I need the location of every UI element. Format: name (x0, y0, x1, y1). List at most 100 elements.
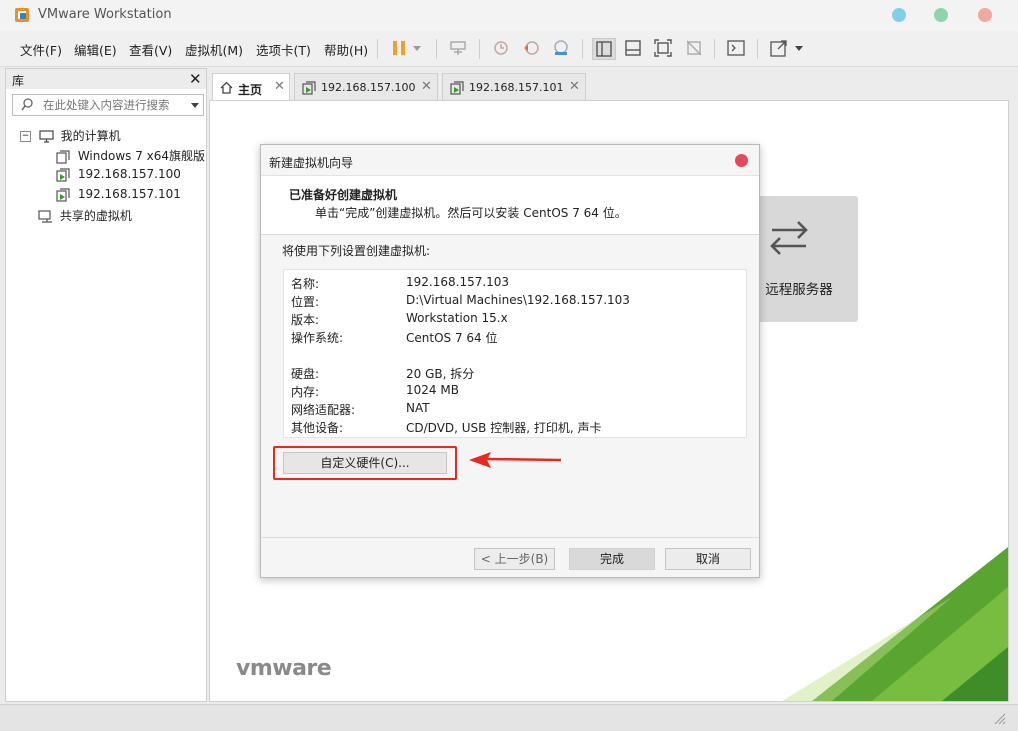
setting-label: 其他设备: (291, 421, 344, 435)
thumbnail-bar-icon[interactable] (622, 38, 644, 58)
library-header: 库 ✕ (6, 69, 206, 89)
toolbar-separator (436, 39, 437, 59)
decorative-green-stripes (782, 547, 1008, 701)
setting-value: CD/DVD, USB 控制器, 打印机, 声卡 (406, 421, 602, 435)
computer-icon (39, 130, 54, 143)
send-ctrl-alt-del-icon[interactable] (447, 38, 469, 58)
tree-label-vm: 192.168.157.100 (77, 167, 181, 181)
chevron-down-icon[interactable] (410, 38, 424, 58)
maximize-button[interactable] (934, 8, 948, 22)
tab-vm[interactable]: 192.168.157.100 ✕ (294, 73, 438, 101)
dialog-title-bar: 新建虚拟机向导 (261, 145, 759, 175)
tab-label: 主页 (238, 83, 263, 97)
window-title: VMware Workstation (38, 7, 172, 22)
setting-label: 硬盘: (291, 367, 320, 381)
setting-value: Workstation 15.x (406, 311, 508, 325)
console-icon[interactable] (725, 38, 747, 58)
toolbar-separator (479, 39, 480, 59)
menu-help[interactable]: 帮助(H) (324, 40, 368, 59)
library-panel: 库 ✕ − 我的计算机 Windows 7 x64旗舰版 192.168.157… (5, 68, 207, 702)
unity-icon[interactable] (683, 38, 705, 58)
toolbar-separator (582, 39, 583, 59)
menu-view[interactable]: 查看(V) (129, 40, 172, 59)
library-search[interactable] (12, 94, 204, 116)
show-library-icon[interactable] (592, 38, 616, 60)
setting-label: 操作系统: (291, 331, 344, 345)
cancel-button[interactable]: 取消 (665, 548, 751, 570)
collapse-toggle-icon[interactable]: − (20, 131, 31, 142)
running-vm-icon (56, 167, 70, 182)
search-icon (21, 98, 33, 111)
resize-grip-icon[interactable] (992, 711, 1006, 725)
setting-value: 20 GB, 拆分 (406, 367, 475, 381)
dialog-header: 已准备好创建虚拟机 单击“完成”创建虚拟机。然后可以安装 CentOS 7 64… (261, 175, 759, 235)
back-button[interactable]: < 上一步(B) (474, 548, 555, 570)
tree-label-vm: 192.168.157.101 (77, 187, 181, 201)
tab-vm[interactable]: 192.168.157.101 ✕ (442, 73, 586, 101)
swap-arrows-icon (770, 221, 808, 255)
tab-label: 192.168.157.101 (469, 81, 564, 94)
annotation-highlight-box (273, 446, 457, 480)
close-tab-icon[interactable]: ✕ (274, 79, 285, 94)
tree-label-my-computer: 我的计算机 (60, 129, 121, 143)
setting-value: D:\Virtual Machines\192.168.157.103 (406, 293, 630, 307)
close-window-button[interactable] (978, 8, 992, 22)
search-input[interactable] (41, 97, 185, 113)
dialog-subheading: 单击“完成”创建虚拟机。然后可以安装 CentOS 7 64 位。 (315, 206, 627, 220)
chevron-down-icon[interactable] (792, 38, 806, 58)
setting-value: CentOS 7 64 位 (406, 331, 498, 345)
annotation-arrow-icon (469, 452, 562, 468)
status-bar (0, 704, 1018, 731)
tree-item-my-computer[interactable]: − 我的计算机 (20, 127, 121, 144)
tree-item-vm[interactable]: 192.168.157.100 (56, 167, 181, 182)
snapshot-icon[interactable] (490, 38, 512, 58)
menu-edit[interactable]: 编辑(E) (74, 40, 117, 59)
shared-vms-icon (38, 209, 52, 223)
running-vm-icon (56, 187, 70, 202)
setting-label: 位置: (291, 295, 320, 309)
full-screen-icon[interactable] (652, 38, 674, 58)
stretch-icon[interactable] (768, 38, 790, 58)
toolbar-separator (377, 39, 378, 59)
snapshot-manager-icon[interactable] (550, 38, 572, 58)
tree-item-vm[interactable]: Windows 7 x64旗舰版 (56, 147, 205, 164)
toolbar-separator (714, 39, 715, 59)
tab-home[interactable]: 主页 ✕ (212, 73, 290, 102)
title-bar: VMware Workstation (0, 0, 1018, 31)
menu-toolbar: 文件(F) 编辑(E) 查看(V) 虚拟机(M) 选项卡(T) 帮助(H) (0, 31, 1018, 67)
setting-value: 192.168.157.103 (406, 275, 510, 289)
pause-icon[interactable] (388, 38, 410, 58)
setting-value: 1024 MB (406, 383, 459, 397)
library-title: 库 (12, 74, 25, 88)
finish-button[interactable]: 完成 (569, 548, 655, 570)
dialog-title: 新建虚拟机向导 (269, 156, 354, 170)
running-vm-icon (302, 81, 316, 95)
tree-label-vm: Windows 7 x64旗舰版 (77, 149, 206, 163)
tree-item-shared-vms[interactable]: 共享的虚拟机 (38, 207, 132, 224)
menu-vm[interactable]: 虚拟机(M) (185, 40, 243, 59)
close-icon[interactable]: ✕ (189, 70, 202, 88)
revert-snapshot-icon[interactable] (520, 38, 542, 58)
tree-item-vm[interactable]: 192.168.157.101 (56, 187, 181, 202)
toolbar-separator (757, 39, 758, 59)
setting-label: 名称: (291, 277, 320, 291)
setting-label: 网络适配器: (291, 403, 356, 417)
menu-tabs[interactable]: 选项卡(T) (256, 40, 311, 59)
menu-file[interactable]: 文件(F) (20, 40, 62, 59)
setting-label: 版本: (291, 313, 320, 327)
vm-icon (56, 149, 70, 164)
settings-summary: 名称: 192.168.157.103 位置: D:\Virtual Machi… (283, 269, 747, 438)
vmware-logo: vmware (236, 656, 332, 681)
close-tab-icon[interactable]: ✕ (569, 79, 580, 94)
setting-label: 内存: (291, 385, 320, 399)
chevron-down-icon[interactable] (191, 103, 199, 108)
running-vm-icon (450, 81, 464, 95)
dialog-heading: 已准备好创建虚拟机 (289, 188, 398, 202)
tab-label: 192.168.157.100 (321, 81, 416, 94)
home-icon (220, 81, 233, 94)
minimize-button[interactable] (892, 8, 906, 22)
setting-value: NAT (406, 401, 430, 415)
close-tab-icon[interactable]: ✕ (421, 79, 432, 94)
vmware-app-icon (15, 8, 29, 22)
close-icon[interactable] (735, 154, 748, 167)
